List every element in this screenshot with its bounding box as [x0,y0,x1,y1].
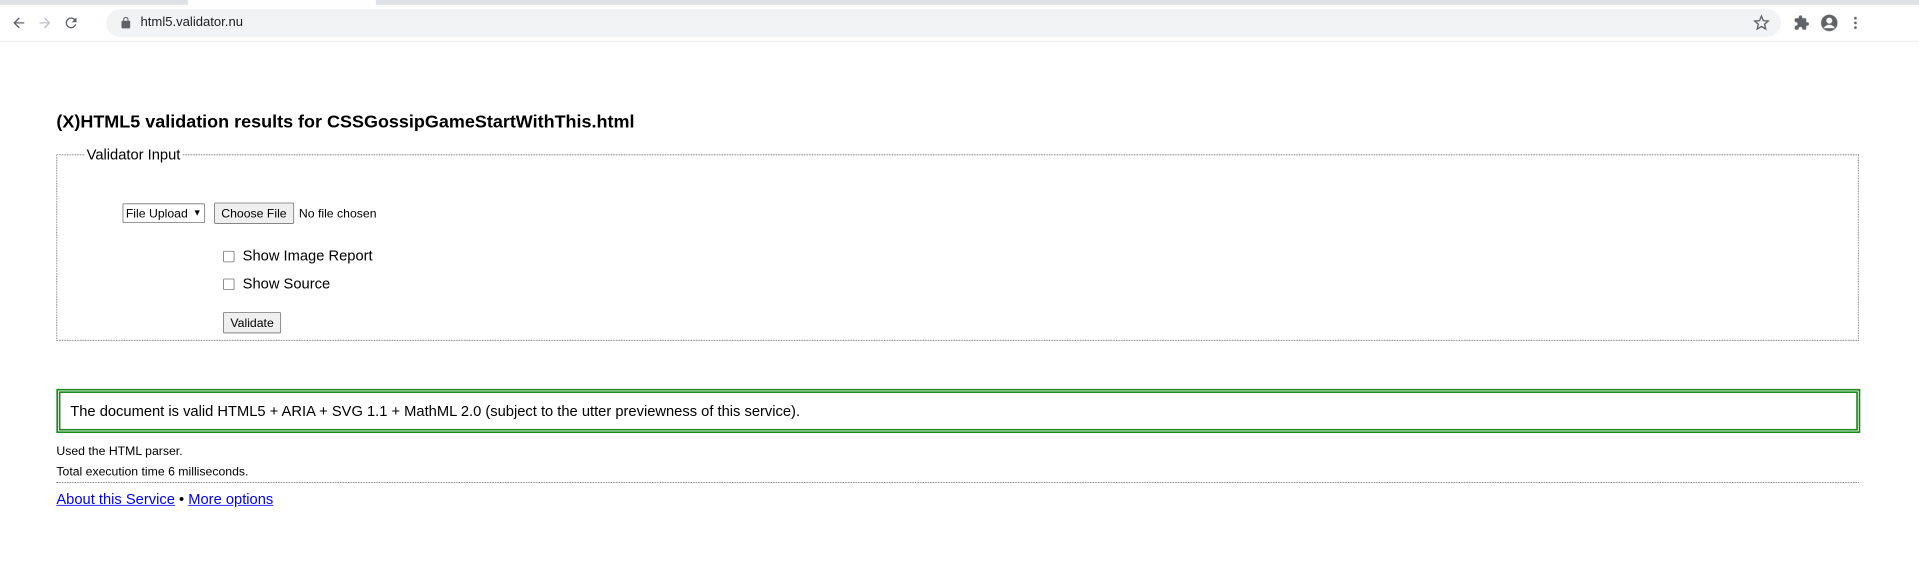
show-source-row[interactable]: Show Source [223,275,330,292]
page-title: (X)HTML5 validation results for CSSGossi… [56,111,635,132]
puzzle-icon [1794,15,1809,30]
footer-links: About this Service • More options [56,491,273,508]
bookmark-star-icon[interactable] [1753,14,1770,31]
choose-file-button[interactable]: Choose File [213,202,294,224]
execution-time: Total execution time 6 milliseconds. [56,464,249,479]
extensions-puzzle-button[interactable] [1791,12,1812,33]
footer-divider [56,482,1859,483]
show-image-report-label[interactable]: Show Image Report [243,248,373,265]
validator-input-fieldset: Validator Input File Upload ▼ Choose Fil… [56,146,1859,341]
browser-menu-button[interactable] [1845,12,1866,33]
forward-arrow-icon [39,17,51,29]
chevron-down-icon: ▼ [192,208,202,219]
back-button[interactable] [7,11,32,36]
more-options-link[interactable]: More options [188,491,273,507]
validate-button[interactable]: Validate [223,312,282,334]
about-service-link[interactable]: About this Service [56,491,175,507]
show-source-checkbox[interactable] [223,278,235,290]
browser-toolbar: html5.validator.nu [0,4,1919,42]
parser-info: Used the HTML parser. [56,444,183,459]
reload-icon [65,17,77,29]
profile-button[interactable] [1819,12,1840,33]
success-message: The document is valid HTML5 + ARIA + SVG… [70,402,801,419]
url-text[interactable]: html5.validator.nu [141,16,243,31]
upload-row: File Upload ▼ Choose File No file chosen [122,202,377,224]
fieldset-legend: Validator Input [86,146,181,163]
avatar-icon [1821,14,1838,32]
input-mode-select[interactable]: File Upload ▼ [122,203,205,224]
show-source-label[interactable]: Show Source [243,275,330,292]
footer-separator: • [178,491,185,508]
lock-icon[interactable] [119,16,132,29]
forward-button[interactable] [33,11,58,36]
reload-button[interactable] [59,11,84,36]
success-message-box: The document is valid HTML5 + ARIA + SVG… [56,388,1861,434]
show-image-report-checkbox[interactable] [223,250,235,262]
back-arrow-icon [13,17,25,29]
show-image-report-row[interactable]: Show Image Report [223,248,373,265]
input-mode-selected: File Upload [125,206,188,221]
file-status-text: No file chosen [298,206,377,221]
kebab-menu-icon [1854,16,1857,30]
address-bar[interactable]: html5.validator.nu [106,8,1782,37]
